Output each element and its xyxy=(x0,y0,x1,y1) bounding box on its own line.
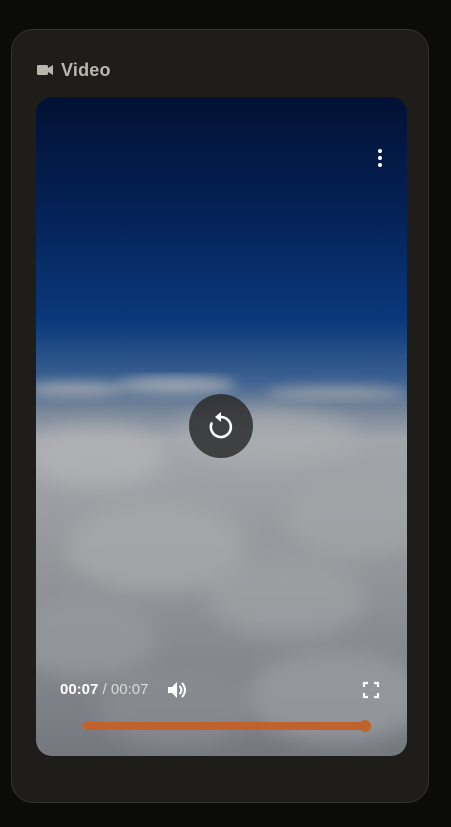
volume-button[interactable] xyxy=(166,679,188,701)
fullscreen-button[interactable] xyxy=(362,681,380,699)
more-vertical-icon-dot xyxy=(378,156,382,160)
more-vertical-icon xyxy=(378,149,382,153)
video-camera-icon xyxy=(37,64,53,76)
fullscreen-icon xyxy=(362,681,380,699)
more-vertical-icon-dot xyxy=(378,163,382,167)
replay-icon xyxy=(209,412,233,439)
duration: 00:07 xyxy=(110,681,149,698)
video-card: Video 00:07 / 00:07 xyxy=(11,29,429,803)
progress-fill xyxy=(82,722,365,730)
current-time: 00:07 xyxy=(60,681,99,698)
volume-icon xyxy=(168,682,186,698)
replay-button[interactable] xyxy=(189,394,253,458)
card-title: Video xyxy=(61,59,111,80)
progress-bar[interactable] xyxy=(82,720,371,732)
video-player[interactable]: 00:07 / 00:07 xyxy=(36,97,407,756)
progress-track xyxy=(82,722,365,730)
card-header: Video xyxy=(37,58,111,82)
player-controls: 00:07 / 00:07 xyxy=(60,679,390,701)
progress-scrubber[interactable] xyxy=(359,720,371,732)
time-separator: / xyxy=(98,681,111,698)
more-options-button[interactable] xyxy=(371,145,389,171)
time-display: 00:07 / 00:07 xyxy=(60,681,148,698)
